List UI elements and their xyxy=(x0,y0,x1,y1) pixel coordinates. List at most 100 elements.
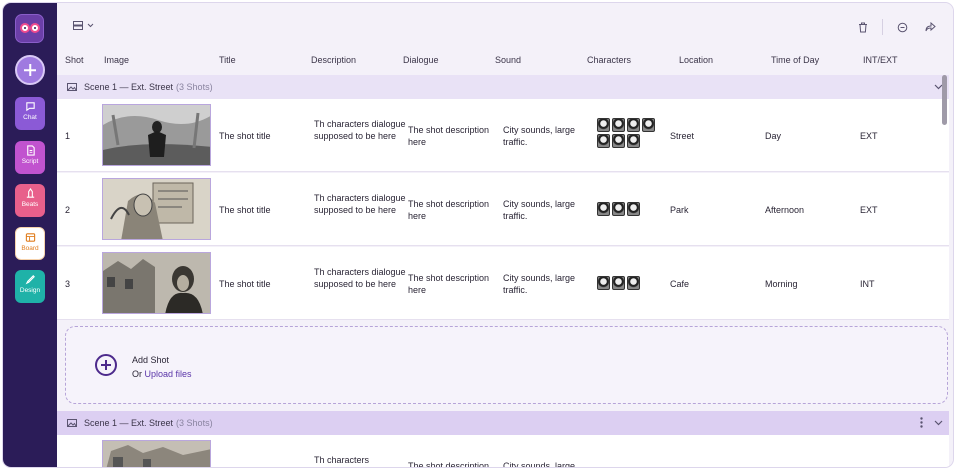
more-options-icon[interactable] xyxy=(920,417,923,430)
shot-time-of-day: Day xyxy=(765,131,782,141)
nav-board-label: Board xyxy=(21,245,39,252)
shot-dialogue: The shot description here xyxy=(408,199,490,221)
nav-beats-label: Beats xyxy=(21,201,39,208)
col-characters[interactable]: Characters xyxy=(587,55,631,65)
character-avatars[interactable] xyxy=(597,118,657,148)
shot-description: Th characters xyxy=(314,455,370,465)
shot-description: Th characters dialogue supposed to be he… xyxy=(314,119,406,141)
shot-description: Th characters dialogue supposed to be he… xyxy=(314,267,406,289)
shot-description: Th characters dialogue supposed to be he… xyxy=(314,193,406,215)
shot-time-of-day: Afternoon xyxy=(765,205,805,215)
col-title[interactable]: Title xyxy=(219,55,236,65)
avatar xyxy=(597,118,610,132)
chat-icon xyxy=(25,102,35,112)
beats-icon xyxy=(26,188,34,198)
nav-beats[interactable]: Beats xyxy=(15,184,45,217)
shot-image[interactable] xyxy=(102,252,211,314)
toolbar-divider xyxy=(882,19,883,35)
avatar xyxy=(627,134,640,148)
col-dialogue[interactable]: Dialogue xyxy=(403,55,439,65)
shot-int-ext: EXT xyxy=(860,205,878,215)
vertical-scrollbar[interactable] xyxy=(942,75,947,125)
col-description[interactable]: Description xyxy=(311,55,356,65)
col-time-of-day[interactable]: Time of Day xyxy=(771,55,819,65)
shot-sound: City sounds, large xyxy=(503,461,576,468)
nav-board[interactable]: Board xyxy=(15,227,45,260)
avatar xyxy=(612,134,625,148)
upload-line: Or Upload files xyxy=(132,369,192,379)
shot-image[interactable] xyxy=(102,178,211,240)
board-icon xyxy=(25,233,35,242)
shot-location: Park xyxy=(670,205,689,215)
logo-eye-icon xyxy=(30,23,40,33)
table-row[interactable]: 2 The shot title Th characters dialogue … xyxy=(57,173,949,246)
col-location[interactable]: Location xyxy=(679,55,713,65)
add-shot-label[interactable]: Add Shot xyxy=(132,355,169,365)
upload-files-link[interactable]: Upload files xyxy=(145,369,192,379)
nav-script-label: Script xyxy=(21,158,39,165)
col-image[interactable]: Image xyxy=(104,55,129,65)
trash-icon xyxy=(859,22,867,32)
shot-sound: City sounds, large traffic. xyxy=(503,125,576,147)
board-main: Shot Image Title Description Dialogue So… xyxy=(57,3,953,467)
avatar xyxy=(627,276,640,290)
nav-chat[interactable]: Chat xyxy=(15,97,45,130)
shot-dialogue: The shot description xyxy=(408,461,490,468)
shot-image[interactable] xyxy=(102,440,211,467)
table-row[interactable]: 1 The shot title Th characters dialogue … xyxy=(57,99,949,172)
avatar xyxy=(612,202,625,216)
view-mode-dropdown[interactable] xyxy=(73,21,94,30)
shot-int-ext: INT xyxy=(860,279,875,289)
share-button[interactable] xyxy=(921,18,939,36)
toolbar-actions xyxy=(844,18,939,36)
character-avatars[interactable] xyxy=(597,276,657,290)
shot-sound: City sounds, large traffic. xyxy=(503,273,576,295)
collapse-chevron-icon[interactable] xyxy=(934,418,943,428)
shot-location: Cafe xyxy=(670,279,690,289)
shot-image[interactable] xyxy=(102,104,211,166)
shot-title: The shot title xyxy=(219,131,271,141)
nav-script[interactable]: Script xyxy=(15,141,45,174)
scene-shot-count: (3 Shots) xyxy=(176,418,213,428)
shot-dialogue: The shot description here xyxy=(408,125,490,147)
shot-number: 2 xyxy=(65,205,71,215)
avatar xyxy=(597,276,610,290)
table-row[interactable]: 3 The shot title Th characters dialogue … xyxy=(57,247,949,320)
avatar xyxy=(642,118,655,132)
avatar xyxy=(597,134,610,148)
add-shot-dropzone[interactable]: Add Shot Or Upload files xyxy=(65,326,948,404)
avatar xyxy=(627,202,640,216)
comment-icon xyxy=(897,22,907,32)
table-header: Shot Image Title Description Dialogue So… xyxy=(57,55,953,71)
shot-number: 3 xyxy=(65,279,71,289)
share-icon xyxy=(925,22,936,32)
table-row[interactable]: Th characters The shot description City … xyxy=(57,435,949,468)
add-circle-icon[interactable] xyxy=(95,354,117,376)
app-logo[interactable] xyxy=(15,14,44,43)
col-sound[interactable]: Sound xyxy=(495,55,521,65)
nav-chat-label: Chat xyxy=(23,114,37,121)
avatar xyxy=(597,202,610,216)
shot-number: 1 xyxy=(65,131,71,141)
toolbar xyxy=(57,3,953,49)
col-shot[interactable]: Shot xyxy=(65,55,84,65)
chevron-down-icon xyxy=(87,23,94,28)
rows-view-icon xyxy=(73,21,83,30)
scene-header[interactable]: Scene 1 — Ext. Street (3 Shots) xyxy=(57,75,949,99)
app-window: Chat Script Beats Board Design Shot Imag… xyxy=(2,2,954,468)
delete-button[interactable] xyxy=(854,18,872,36)
scene-header[interactable]: Scene 1 — Ext. Street (3 Shots) xyxy=(57,411,949,435)
col-int-ext[interactable]: INT/EXT xyxy=(863,55,898,65)
logo-eye-icon xyxy=(20,23,30,33)
nav-design-label: Design xyxy=(19,287,41,294)
nav-design[interactable]: Design xyxy=(15,270,45,303)
shot-int-ext: EXT xyxy=(860,131,878,141)
shot-time-of-day: Morning xyxy=(765,279,798,289)
shot-title: The shot title xyxy=(219,205,271,215)
scene-shot-count: (3 Shots) xyxy=(176,82,213,92)
character-avatars[interactable] xyxy=(597,202,657,216)
new-project-button[interactable] xyxy=(15,55,45,85)
scene-title: Scene 1 — Ext. Street xyxy=(84,82,174,92)
comment-button[interactable] xyxy=(893,18,911,36)
image-icon xyxy=(67,419,77,427)
